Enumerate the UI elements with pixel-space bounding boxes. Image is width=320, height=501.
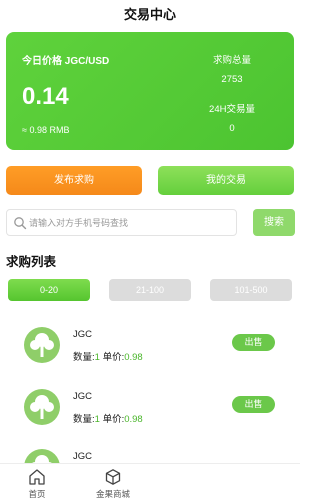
tree-logo-icon [24, 389, 60, 425]
search-box[interactable] [6, 209, 237, 236]
total-label: 求购总量 [212, 55, 251, 66]
tab-mall[interactable]: 金果商城 [88, 468, 138, 500]
cube-icon [105, 469, 121, 485]
tab-home[interactable]: 首页 [22, 468, 52, 500]
item-detail: 数量:1 单价:0.98 [73, 411, 143, 425]
search-icon [14, 217, 27, 230]
list-item: JGC 数量:1 单价:0.98 出售 [0, 327, 300, 387]
tab-home-label: 首页 [28, 489, 46, 499]
sell-button[interactable]: 出售 [232, 396, 275, 413]
price-label: 今日价格 JGC/USD [22, 56, 110, 67]
sell-button[interactable]: 出售 [232, 334, 275, 351]
search-input[interactable] [29, 210, 229, 235]
tree-logo-icon [24, 327, 60, 363]
tab-101-500[interactable]: 101-500 [210, 279, 292, 301]
publish-request-button[interactable]: 发布求购 [6, 166, 142, 195]
search-button[interactable]: 搜索 [253, 209, 295, 236]
price-label: 单价: [99, 414, 125, 425]
item-detail: 数量:1 单价:0.98 [73, 349, 143, 363]
price-label: 单价: [99, 352, 125, 363]
total-value: 2753 [221, 74, 243, 85]
tab-mall-label: 金果商城 [95, 489, 130, 499]
my-trades-button[interactable]: 我的交易 [158, 166, 294, 195]
bottom-tab-bar: 首页 金果商城 [0, 463, 300, 501]
tab-21-100[interactable]: 21-100 [109, 279, 191, 301]
price-value: 0.14 [22, 83, 69, 110]
tab-0-20[interactable]: 0-20 [8, 279, 90, 301]
price-value: 0.98 [124, 352, 143, 363]
qty-label: 数量: [73, 414, 95, 425]
price-value: 0.98 [124, 414, 143, 425]
price-summary: 今日价格 JGC/USD 0.14 ≈ 0.98 RMB [22, 52, 109, 135]
page-title: 交易中心 [123, 7, 176, 22]
volume-value: 0 [229, 123, 235, 134]
item-coin-name: JGC [73, 329, 92, 340]
volume-label: 24H交易量 [209, 104, 255, 115]
home-icon [29, 469, 45, 485]
item-coin-name: JGC [73, 451, 92, 462]
item-coin-name: JGC [73, 391, 92, 402]
volume-summary: 求购总量 2753 24H交易量 0 [202, 52, 262, 134]
qty-label: 数量: [73, 352, 95, 363]
price-card: 今日价格 JGC/USD 0.14 ≈ 0.98 RMB 求购总量 2753 2… [6, 32, 294, 150]
list-title: 求购列表 [6, 255, 57, 269]
price-rmb: ≈ 0.98 RMB [22, 125, 70, 135]
list-item: JGC 数量:1 单价:0.98 出售 [0, 389, 300, 449]
